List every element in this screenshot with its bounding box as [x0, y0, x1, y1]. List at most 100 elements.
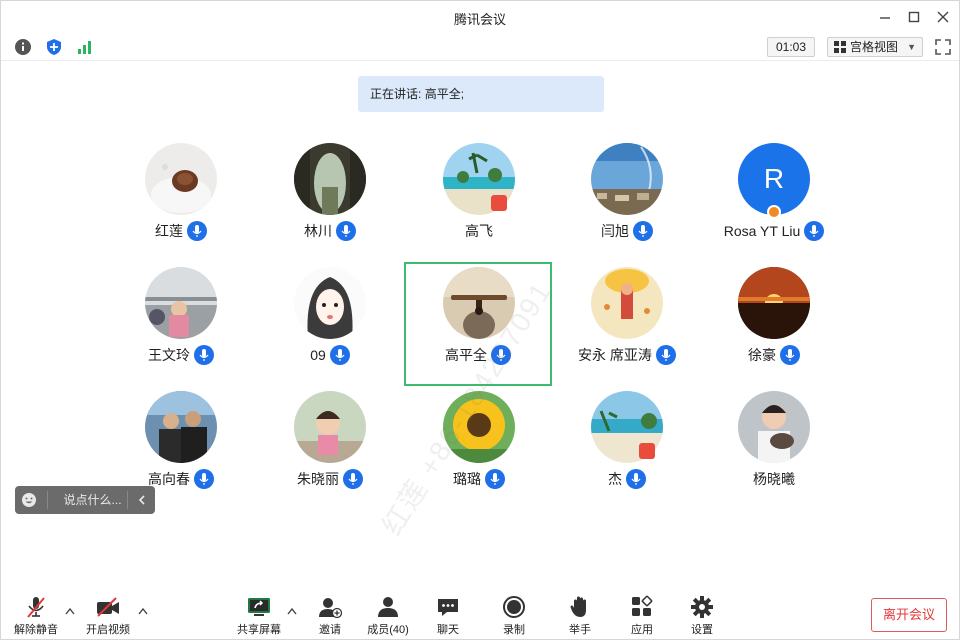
leave-meeting-button[interactable]: 离开会议 [871, 598, 947, 632]
meeting-toolbar: 01:03 宫格视图 ▼ [1, 33, 959, 61]
participant-tile[interactable]: 高飞 [405, 139, 553, 263]
share-screen-button[interactable]: 共享屏幕 [232, 595, 286, 637]
mic-icon [194, 469, 214, 489]
title-bar: 腾讯会议 [1, 1, 959, 33]
mic-icon [633, 221, 653, 241]
apps-button[interactable]: 应用 [615, 595, 669, 637]
participant-name: 闫旭 [601, 223, 629, 239]
chat-input[interactable]: 说点什么... [46, 491, 128, 509]
minimize-button[interactable] [875, 7, 895, 27]
settings-button[interactable]: 设置 [675, 595, 729, 637]
participant-name: 朱晓丽 [297, 471, 339, 487]
avatar [294, 391, 366, 463]
region-flag-icon [491, 195, 507, 211]
emoji-icon[interactable] [15, 492, 43, 508]
avatar [145, 267, 217, 339]
members-icon [375, 595, 401, 619]
collapse-chat-button[interactable] [127, 491, 155, 509]
mic-icon [336, 221, 356, 241]
unmute-button[interactable]: 解除静音 [9, 595, 63, 637]
chevron-up-icon [138, 607, 148, 615]
window-title: 腾讯会议 [453, 12, 506, 27]
participant-name: 红莲 [155, 223, 183, 239]
share-screen-icon [246, 595, 272, 619]
maximize-icon [908, 11, 920, 23]
participant-name: 林川 [304, 223, 332, 239]
apps-icon [629, 595, 655, 619]
participant-tile[interactable]: 闫旭 [553, 139, 701, 263]
minimize-icon [880, 17, 890, 19]
audio-options-chevron[interactable] [64, 607, 76, 619]
bottom-control-bar: 解除静音 开启视频 共享屏幕 邀请 成员(40) 聊天 录制 举手 应用 设置 [1, 587, 959, 639]
participant-name: 杰 [608, 471, 622, 487]
avatar [591, 267, 663, 339]
record-icon [501, 595, 527, 619]
start-video-button[interactable]: 开启视频 [81, 595, 135, 637]
fullscreen-button[interactable] [933, 37, 953, 57]
participant-tile[interactable]: 杰 [553, 387, 701, 511]
host-badge-icon [767, 205, 781, 219]
security-button[interactable] [44, 37, 64, 57]
share-options-chevron[interactable] [286, 607, 298, 619]
participant-name: 杨晓曦 [753, 471, 795, 487]
gear-icon [689, 595, 715, 619]
participant-name: 高飞 [465, 223, 493, 239]
participant-tile[interactable]: 安永 席亚涛 [553, 263, 701, 387]
close-button[interactable] [933, 7, 953, 27]
mic-icon [626, 469, 646, 489]
chat-bubble-icon [435, 595, 461, 619]
network-status-button[interactable] [75, 37, 95, 57]
mic-icon [194, 345, 214, 365]
participant-tile[interactable]: 09 [256, 263, 404, 387]
participant-name: 高向春 [148, 471, 190, 487]
view-mode-label: 宫格视图 [850, 40, 899, 54]
avatar [294, 267, 366, 339]
mic-icon [187, 221, 207, 241]
participant-tile[interactable]: 杨晓曦 [700, 387, 848, 511]
meeting-window: 腾讯会议 01:03 宫格视图 ▼ 正在讲话: 高平全; 红莲 林川 高飞 闫旭… [0, 0, 960, 640]
record-button[interactable]: 录制 [487, 595, 541, 637]
meeting-timer: 01:03 [767, 37, 815, 57]
mic-icon [329, 345, 350, 365]
avatar [738, 267, 810, 339]
participant-tile[interactable]: 徐豪 [700, 263, 848, 387]
avatar [591, 143, 663, 215]
avatar [145, 143, 217, 215]
raise-hand-button[interactable]: 举手 [553, 595, 607, 637]
participant-name: Rosa YT Liu [723, 223, 801, 239]
meeting-info-button[interactable] [13, 37, 33, 57]
mic-icon [343, 469, 363, 489]
participant-tile[interactable]: 红莲 [107, 139, 255, 263]
participant-name: 璐璐 [453, 471, 481, 487]
view-mode-select[interactable]: 宫格视图 ▼ [827, 37, 923, 57]
participant-tile[interactable]: 林川 [256, 139, 404, 263]
close-icon [937, 11, 949, 23]
chevron-left-icon [138, 495, 145, 505]
chevron-up-icon [65, 607, 75, 615]
signal-bars-icon [78, 41, 91, 54]
participant-name: 安永 席亚涛 [578, 347, 652, 363]
mic-icon [485, 469, 505, 489]
participant-name: 09 [310, 347, 326, 363]
participant-tile[interactable]: 王文玲 [107, 263, 255, 387]
chat-button[interactable]: 聊天 [421, 595, 475, 637]
participant-name: 徐豪 [748, 347, 776, 363]
quick-chat-bar[interactable]: 说点什么... [15, 486, 155, 514]
speaking-names: 高平全; [424, 87, 465, 101]
mic-icon [804, 221, 825, 241]
speaking-label: 正在讲话: [370, 87, 422, 101]
maximize-button[interactable] [904, 7, 924, 27]
caret-down-icon: ▼ [907, 42, 916, 52]
participant-tile[interactable]: 朱晓丽 [256, 387, 404, 511]
avatar [145, 391, 217, 463]
video-options-chevron[interactable] [137, 607, 149, 619]
members-button[interactable]: 成员(40) [361, 595, 415, 637]
avatar [738, 391, 810, 463]
camera-off-icon [95, 595, 121, 619]
active-speaker-banner: 正在讲话: 高平全; [358, 76, 604, 112]
participant-tile[interactable]: R Rosa YT Liu [700, 139, 848, 263]
info-icon [15, 39, 31, 55]
invite-button[interactable]: 邀请 [303, 595, 357, 637]
chevron-up-icon [287, 607, 297, 615]
avatar [294, 143, 366, 215]
